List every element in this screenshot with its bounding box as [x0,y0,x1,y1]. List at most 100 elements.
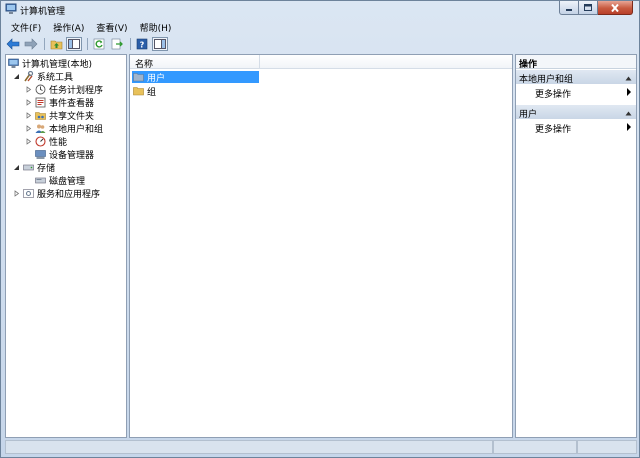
action-section-local-users-groups[interactable]: 本地用户和组 [516,70,636,85]
tree-item-label: 事件查看器 [49,99,95,109]
tree-item-label: 磁盘管理 [49,177,86,187]
tree-item-task-scheduler[interactable]: 任务计划程序 [24,83,103,96]
computer-management-icon [5,3,17,15]
status-cell [577,440,637,454]
minimize-button[interactable] [559,1,579,15]
action-more-actions-1[interactable]: 更多操作 [516,85,636,100]
action-section-users[interactable]: 用户 [516,105,636,120]
expand-triangle-icon[interactable] [24,85,33,94]
up-one-level-button[interactable] [48,37,64,51]
title-bar[interactable]: 计算机管理 [1,1,639,18]
tree-item-label: 任务计划程序 [49,86,104,96]
tree-item-label: 共享文件夹 [49,112,95,122]
collapse-triangle-icon[interactable] [12,163,21,172]
tree-item-label: 性能 [49,138,68,148]
tree-item-system-tools[interactable]: 系统工具 [12,70,73,83]
tree-item-label: 本地用户和组 [49,125,104,135]
forward-button[interactable] [23,37,39,51]
services-icon [23,188,34,199]
tools-icon [23,71,34,82]
collapse-up-icon[interactable] [625,74,632,84]
toolbar: ? [5,36,170,52]
tree-item-shared-folders[interactable]: 共享文件夹 [24,109,94,122]
submenu-arrow-icon [627,88,631,96]
tree-item-root[interactable]: 计算机管理(本地) [8,57,92,70]
back-arrow-icon [6,38,20,50]
performance-icon [35,136,46,147]
menu-view[interactable]: 查看(V) [90,20,133,34]
menu-help[interactable]: 帮助(H) [134,20,178,34]
collapse-triangle-icon[interactable] [12,72,21,81]
caption-buttons [559,1,633,15]
show-hide-tree-button[interactable] [66,37,82,51]
close-button[interactable] [598,1,633,15]
tree-item-services-apps[interactable]: 服务和应用程序 [12,187,100,200]
toolbar-separator [44,38,45,50]
action-section-label: 本地用户和组 [519,75,574,85]
shared-folder-icon [35,110,46,121]
refresh-icon [93,38,105,50]
column-header-name[interactable]: 名称 [130,55,260,70]
expand-triangle-icon[interactable] [24,111,33,120]
computer-management-window: 计算机管理 文件(F) 操作(A) 查看(V) 帮助(H) ? 计算机管理(本地… [0,0,640,458]
device-manager-icon [35,149,46,160]
maximize-button[interactable] [579,1,598,15]
action-more-actions-2[interactable]: 更多操作 [516,120,636,135]
list-item-label: 组 [147,87,157,98]
event-viewer-icon [35,97,46,108]
results-list[interactable]: 名称 用户 组 [129,54,513,438]
status-cell [493,440,577,454]
action-pane: 操作 本地用户和组 更多操作 用户 更多操作 [515,54,637,438]
action-item-label: 更多操作 [535,125,572,135]
help-button[interactable]: ? [134,37,150,51]
window-title: 计算机管理 [20,7,66,17]
tree-item-local-users-groups[interactable]: 本地用户和组 [24,122,103,135]
action-pane-title: 操作 [516,55,636,70]
show-hide-tree-icon [68,39,80,49]
expand-triangle-icon[interactable] [24,137,33,146]
menu-file[interactable]: 文件(F) [5,20,47,34]
tree-item-label: 设备管理器 [49,151,95,161]
tree-item-device-manager[interactable]: 设备管理器 [35,148,94,161]
list-item-users[interactable]: 用户 [132,71,259,84]
folder-icon [133,72,144,83]
menu-bar: 文件(F) 操作(A) 查看(V) 帮助(H) [5,20,177,34]
action-item-label: 更多操作 [535,90,572,100]
svg-text:?: ? [140,41,145,50]
properties-icon [154,39,166,49]
minimize-icon [566,8,572,11]
expand-triangle-icon[interactable] [24,98,33,107]
tree-item-performance[interactable]: 性能 [24,135,67,148]
expand-triangle-icon[interactable] [24,124,33,133]
storage-icon [23,162,34,173]
folder-icon [133,86,144,97]
tree-item-label: 系统工具 [37,73,74,83]
expand-triangle-icon[interactable] [12,189,21,198]
disk-icon [35,175,46,186]
tree-item-storage[interactable]: 存储 [12,161,55,174]
back-button[interactable] [5,37,21,51]
computer-management-icon [8,58,19,69]
toolbar-separator [130,38,131,50]
maximize-icon [584,4,592,11]
list-item-groups[interactable]: 组 [132,85,157,98]
tree-item-event-viewer[interactable]: 事件查看器 [24,96,94,109]
console-tree[interactable]: 计算机管理(本地) 系统工具 任务计划程序 事件查看器 共享文件夹 本地用户和组 [5,54,127,438]
clock-icon [35,84,46,95]
refresh-button[interactable] [91,37,107,51]
users-icon [35,123,46,134]
help-icon: ? [136,38,148,50]
collapse-up-icon[interactable] [625,109,632,119]
export-list-button[interactable] [109,37,125,51]
close-icon [611,3,619,12]
up-folder-icon [50,40,62,50]
tree-item-label: 计算机管理(本地) [22,60,93,70]
tree-item-disk-management[interactable]: 磁盘管理 [35,174,85,187]
menu-action[interactable]: 操作(A) [47,20,90,34]
list-item-label: 用户 [147,73,166,84]
status-cell [5,440,493,454]
list-header: 名称 [130,55,512,70]
status-bar [5,440,637,454]
tree-item-label: 服务和应用程序 [37,190,101,200]
properties-button[interactable] [152,37,168,51]
